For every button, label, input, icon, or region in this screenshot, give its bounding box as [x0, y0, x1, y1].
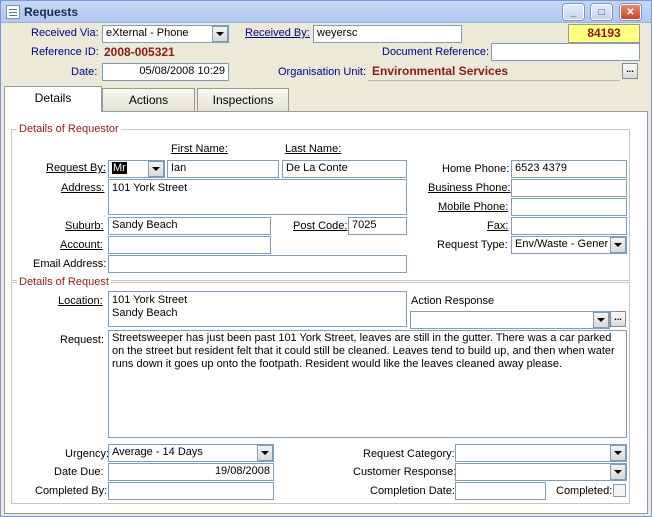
- request-number-badge: 84193: [568, 24, 640, 43]
- org-unit-label: Organisation Unit:: [278, 66, 367, 78]
- customer-response-select[interactable]: [455, 463, 627, 481]
- form-icon: [6, 5, 20, 19]
- document-reference-label: Document Reference:: [382, 46, 489, 58]
- request-label: Request:: [60, 334, 105, 346]
- received-via-label: Received Via:: [31, 27, 99, 39]
- received-by-label: Received By:: [245, 27, 310, 39]
- title-select[interactable]: Mr: [108, 160, 165, 178]
- minimize-button[interactable]: _: [563, 4, 584, 20]
- action-response-label: Action Response: [411, 295, 495, 307]
- title-bar[interactable]: Requests _ □ ✕: [1, 1, 651, 23]
- location-line-1: 101 York Street: [112, 294, 188, 306]
- reference-id-value: 2008-005321: [104, 45, 175, 59]
- request-group-title: Details of Request: [17, 276, 111, 288]
- request-category-select[interactable]: [455, 444, 627, 462]
- mobile-phone-label: Mobile Phone:: [438, 201, 509, 213]
- minimize-icon: _: [570, 6, 577, 18]
- reference-id-label: Reference ID:: [31, 46, 99, 58]
- completion-date-label: Completion Date:: [370, 485, 455, 497]
- completed-by-field[interactable]: [108, 482, 274, 500]
- home-phone-field[interactable]: 6523 4379: [511, 160, 627, 178]
- org-unit-value: Environmental Services: [372, 64, 509, 78]
- tab-actions[interactable]: Actions: [102, 88, 195, 112]
- org-unit-browse-button[interactable]: ...: [622, 63, 638, 79]
- request-category-label: Request Category:: [363, 448, 455, 460]
- requests-window: Requests _ □ ✕ Received Via: eXternal - …: [0, 0, 652, 517]
- location-label: Location:: [58, 295, 103, 307]
- action-response-select[interactable]: [410, 311, 610, 329]
- chevron-down-icon[interactable]: [610, 445, 626, 461]
- mobile-phone-field[interactable]: [511, 198, 627, 216]
- chevron-down-icon[interactable]: [610, 237, 626, 253]
- email-label: Email Address:: [33, 258, 107, 270]
- last-name-field[interactable]: De La Conte: [282, 160, 407, 178]
- chevron-down-icon[interactable]: [610, 464, 626, 480]
- request-type-label: Request Type:: [437, 239, 508, 251]
- address-label: Address:: [61, 182, 105, 194]
- fax-field[interactable]: [511, 217, 627, 235]
- action-response-browse-button[interactable]: ...: [610, 311, 626, 327]
- document-reference-field[interactable]: [491, 43, 640, 61]
- window-title: Requests: [24, 5, 79, 19]
- completion-date-field[interactable]: [455, 482, 546, 500]
- maximize-icon: □: [598, 6, 605, 18]
- date-due-label: Date Due:: [54, 466, 104, 478]
- received-by-field[interactable]: weyersc: [313, 25, 462, 43]
- completed-checkbox[interactable]: [613, 484, 626, 497]
- address-field[interactable]: 101 York Street: [108, 179, 407, 215]
- urgency-label: Urgency:: [65, 448, 110, 460]
- chevron-down-icon[interactable]: [148, 161, 164, 177]
- date-label: Date:: [71, 66, 98, 78]
- date-due-field[interactable]: 19/08/2008: [108, 463, 274, 481]
- chevron-down-icon[interactable]: [257, 445, 273, 461]
- request-type-value: Env/Waste - Gener: [515, 238, 609, 250]
- post-code-field[interactable]: 7025: [348, 217, 407, 235]
- request-text-field[interactable]: Streetsweeper has just been past 101 Yor…: [108, 330, 627, 438]
- completed-by-label: Completed By:: [35, 485, 108, 497]
- org-unit-underline: [368, 80, 620, 81]
- title-value: Mr: [112, 162, 127, 174]
- completed-label: Completed:: [556, 485, 613, 497]
- account-field[interactable]: [108, 236, 271, 254]
- suburb-field[interactable]: Sandy Beach: [108, 217, 271, 235]
- received-via-value: eXternal - Phone: [106, 27, 189, 39]
- first-name-field[interactable]: Ian: [167, 160, 279, 178]
- urgency-select[interactable]: Average - 14 Days: [108, 444, 274, 462]
- home-phone-label: Home Phone:: [442, 163, 510, 175]
- request-by-label: Request By:: [46, 162, 106, 174]
- close-button[interactable]: ✕: [620, 4, 641, 20]
- date-field[interactable]: 05/08/2008 10:29: [102, 63, 229, 81]
- location-line-2: Sandy Beach: [112, 307, 178, 319]
- location-field[interactable]: 101 York Street Sandy Beach: [108, 291, 407, 327]
- requestor-group-title: Details of Requestor: [17, 123, 121, 135]
- chevron-down-icon[interactable]: [593, 312, 609, 328]
- business-phone-field[interactable]: [511, 179, 627, 197]
- close-icon: ✕: [626, 6, 635, 18]
- last-name-label: Last Name:: [285, 143, 342, 155]
- email-field[interactable]: [108, 255, 407, 273]
- request-type-select[interactable]: Env/Waste - Gener: [511, 236, 627, 254]
- tab-details[interactable]: Details: [4, 86, 102, 112]
- chevron-down-icon[interactable]: [212, 26, 228, 42]
- business-phone-label: Business Phone:: [428, 182, 511, 194]
- urgency-value: Average - 14 Days: [112, 446, 203, 458]
- customer-response-label: Customer Response:: [353, 466, 457, 478]
- tab-inspections[interactable]: Inspections: [197, 88, 289, 112]
- suburb-label: Suburb:: [65, 220, 104, 232]
- maximize-button[interactable]: □: [591, 4, 612, 20]
- received-via-select[interactable]: eXternal - Phone: [102, 25, 229, 43]
- account-label: Account:: [60, 239, 103, 251]
- first-name-label: First Name:: [171, 143, 228, 155]
- fax-label: Fax:: [487, 220, 509, 232]
- post-code-label: Post Code:: [293, 220, 348, 232]
